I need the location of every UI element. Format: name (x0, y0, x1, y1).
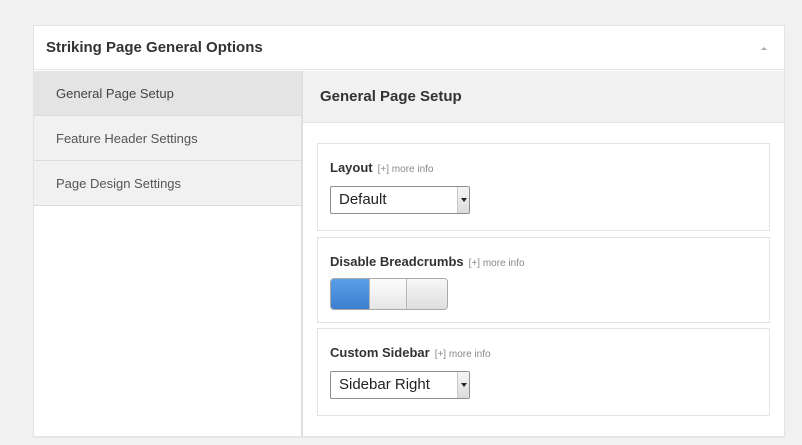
custom-sidebar-label: Custom Sidebar [+] more info (330, 345, 491, 360)
breadcrumbs-more-info-link[interactable]: [+] more info (469, 258, 525, 269)
tab-page-design-settings[interactable]: Page Design Settings (34, 161, 301, 206)
tab-label: Page Design Settings (56, 176, 182, 191)
caret-down-icon[interactable] (457, 187, 469, 213)
chevron-up-icon[interactable] (758, 42, 770, 54)
layout-option-row: Layout [+] more info Default (317, 143, 770, 231)
layout-select-value: Default (339, 191, 387, 208)
layout-select[interactable]: Default (330, 186, 470, 214)
custom-sidebar-label-text: Custom Sidebar (330, 345, 430, 360)
section-heading: General Page Setup (303, 71, 784, 123)
layout-more-info-link[interactable]: [+] more info (378, 164, 434, 175)
options-tab-sidebar: General Page Setup Feature Header Settin… (34, 71, 301, 436)
custom-sidebar-select-value: Sidebar Right (339, 376, 430, 393)
custom-sidebar-more-info-link[interactable]: [+] more info (435, 349, 491, 360)
breadcrumbs-toggle[interactable] (330, 278, 448, 310)
toggle-off-segment (408, 279, 447, 309)
tab-label: General Page Setup (56, 86, 174, 101)
layout-label-text: Layout (330, 160, 373, 175)
breadcrumbs-label-text: Disable Breadcrumbs (330, 254, 464, 269)
options-content-panel: General Page Setup Layout [+] more info D… (303, 71, 784, 436)
caret-down-icon[interactable] (457, 372, 469, 398)
custom-sidebar-select[interactable]: Sidebar Right (330, 371, 470, 399)
layout-label: Layout [+] more info (330, 160, 433, 175)
metabox-title: Striking Page General Options (46, 39, 263, 56)
toggle-knob[interactable] (369, 279, 407, 309)
tab-general-page-setup[interactable]: General Page Setup (34, 71, 301, 116)
breadcrumbs-option-row: Disable Breadcrumbs [+] more info (317, 237, 770, 323)
breadcrumbs-label: Disable Breadcrumbs [+] more info (330, 254, 525, 269)
tab-label: Feature Header Settings (56, 131, 198, 146)
options-metabox: Striking Page General Options General Pa… (33, 25, 785, 437)
metabox-header[interactable]: Striking Page General Options (34, 26, 784, 70)
tab-feature-header-settings[interactable]: Feature Header Settings (34, 116, 301, 161)
toggle-on-segment (331, 279, 369, 309)
custom-sidebar-option-row: Custom Sidebar [+] more info Sidebar Righ… (317, 328, 770, 416)
